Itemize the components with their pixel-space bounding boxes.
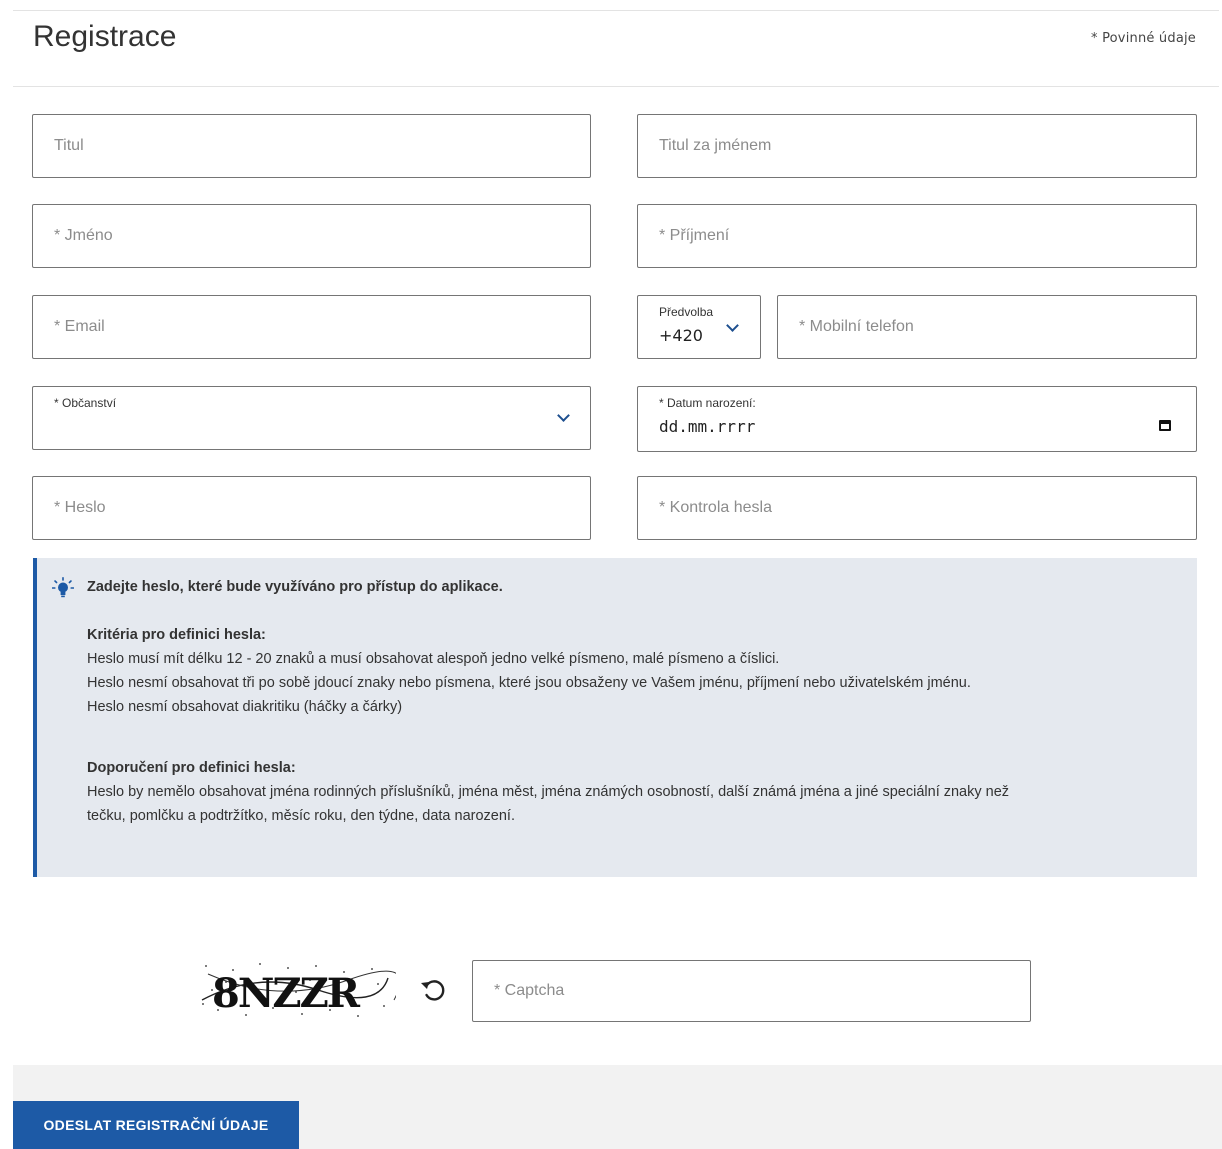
- password-criteria-block: Kritéria pro definici hesla: Heslo musí …: [87, 623, 971, 719]
- first-name-placeholder: * Jméno: [54, 227, 113, 244]
- password-recommendation-block: Doporučení pro definici hesla: Heslo by …: [87, 756, 1009, 828]
- password-placeholder: * Heslo: [54, 499, 106, 516]
- title-before-field[interactable]: Titul: [32, 114, 591, 178]
- title-after-placeholder: Titul za jménem: [659, 137, 772, 154]
- password-field[interactable]: * Heslo: [32, 476, 591, 540]
- calendar-icon[interactable]: [1159, 420, 1171, 431]
- citizenship-select[interactable]: * Občanství: [32, 386, 591, 450]
- password-info-intro: Zadejte heslo, které bude využíváno pro …: [87, 579, 503, 595]
- chevron-down-icon: [726, 319, 739, 332]
- lightbulb-icon: [52, 577, 74, 598]
- mobile-phone-placeholder: * Mobilní telefon: [799, 318, 914, 335]
- submit-registration-button[interactable]: ODESLAT REGISTRAČNÍ ÚDAJE: [13, 1101, 299, 1149]
- password-criteria-line: Heslo musí mít délku 12 - 20 znaků a mus…: [87, 651, 780, 667]
- captcha-text: 8NZZR: [212, 970, 361, 1017]
- refresh-icon[interactable]: [418, 973, 452, 1007]
- password-check-placeholder: * Kontrola hesla: [659, 499, 772, 516]
- password-recommendation-line: Heslo by nemělo obsahovat jména rodinnýc…: [87, 784, 1010, 800]
- password-info-box: Zadejte heslo, které bude využíváno pro …: [33, 558, 1197, 877]
- chevron-down-icon: [557, 409, 570, 422]
- captcha-placeholder: * Captcha: [494, 982, 565, 999]
- last-name-field[interactable]: * Příjmení: [637, 204, 1197, 268]
- required-fields-note: * Povinné údaje: [1091, 31, 1196, 46]
- password-recommendation-heading: Doporučení pro definici hesla:: [87, 760, 296, 776]
- last-name-placeholder: * Příjmení: [659, 227, 730, 244]
- page-title: Registrace: [33, 20, 177, 53]
- birth-date-field[interactable]: * Datum narození: dd.mm.rrrr: [637, 386, 1197, 452]
- phone-prefix-value: +420: [659, 326, 703, 345]
- password-check-field[interactable]: * Kontrola hesla: [637, 476, 1197, 540]
- birth-date-label: * Datum narození:: [659, 396, 756, 410]
- title-before-placeholder: Titul: [54, 137, 84, 154]
- citizenship-label: * Občanství: [54, 396, 117, 410]
- password-criteria-line: Heslo nesmí obsahovat tři po sobě jdoucí…: [87, 675, 971, 691]
- header-divider: [13, 86, 1219, 87]
- birth-date-value: dd.mm.rrrr: [659, 417, 756, 436]
- email-field[interactable]: * Email: [32, 295, 591, 359]
- captcha-image: 8NZZR: [198, 960, 396, 1020]
- password-criteria-line: Heslo nesmí obsahovat diakritiku (háčky …: [87, 699, 403, 715]
- email-placeholder: * Email: [54, 318, 105, 335]
- password-criteria-heading: Kritéria pro definici hesla:: [87, 627, 266, 643]
- first-name-field[interactable]: * Jméno: [32, 204, 591, 268]
- password-recommendation-line: tečku, pomlčku a podtržítko, měsíc roku,…: [87, 808, 515, 824]
- phone-prefix-select[interactable]: Předvolba +420: [637, 295, 761, 359]
- title-after-field[interactable]: Titul za jménem: [637, 114, 1197, 178]
- mobile-phone-field[interactable]: * Mobilní telefon: [777, 295, 1197, 359]
- phone-prefix-label: Předvolba: [659, 305, 714, 319]
- captcha-input[interactable]: * Captcha: [472, 960, 1031, 1022]
